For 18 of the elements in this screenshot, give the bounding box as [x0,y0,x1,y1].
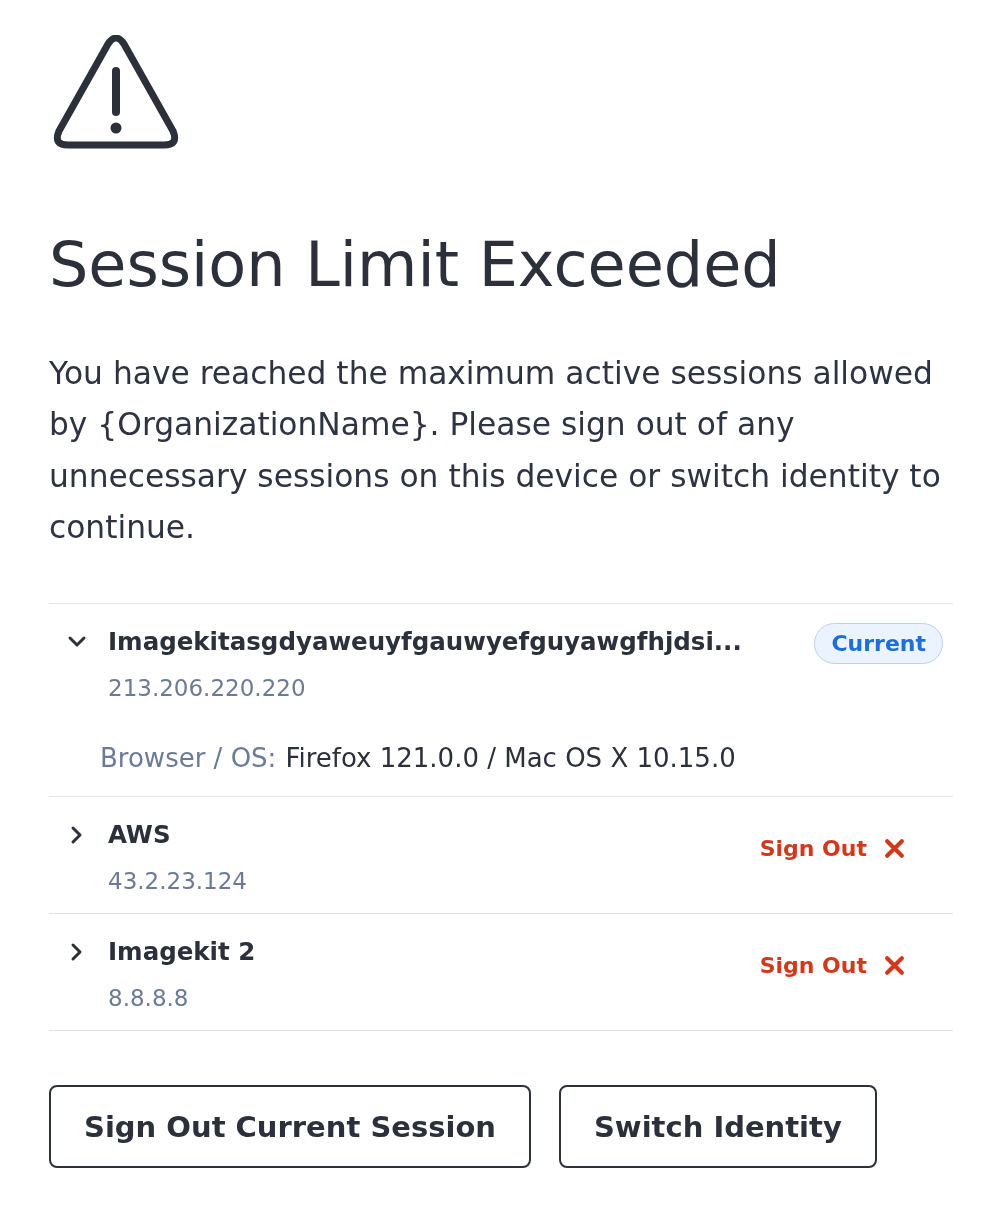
session-ip: 43.2.23.124 [108,867,248,897]
session-ip: 8.8.8.8 [108,984,190,1014]
sign-out-button[interactable]: Sign Out [759,836,905,862]
action-button[interactable]: Sign Out Current Session [49,1085,531,1169]
sign-out-button[interactable]: Sign Out [759,953,905,979]
detail-value: Firefox 121.0.0 / Mac OS X 10.15.0 [285,742,736,776]
page-title: Session Limit Exceeded [49,228,782,302]
message-text: You have reached the maximum active sessions allowed by {OrganizationName}. Please sign out of any unnecessary sessions on this device or switch identity to continue. [49,354,942,547]
action-button[interactable]: Switch Identity [559,1085,877,1169]
session-name: Imagekitasgdyaweuyfgauwyefguyawgfhjdsi... [108,626,743,659]
current-badge: Current [814,623,943,665]
x-icon [884,838,905,860]
session-name: Imagekit 2 [108,936,257,969]
session-name: AWS [108,819,172,852]
warning-icon [52,35,180,149]
x-icon [884,955,905,977]
session-ip: 213.206.220.220 [108,674,307,704]
detail-label: Browser / OS: [100,742,277,776]
